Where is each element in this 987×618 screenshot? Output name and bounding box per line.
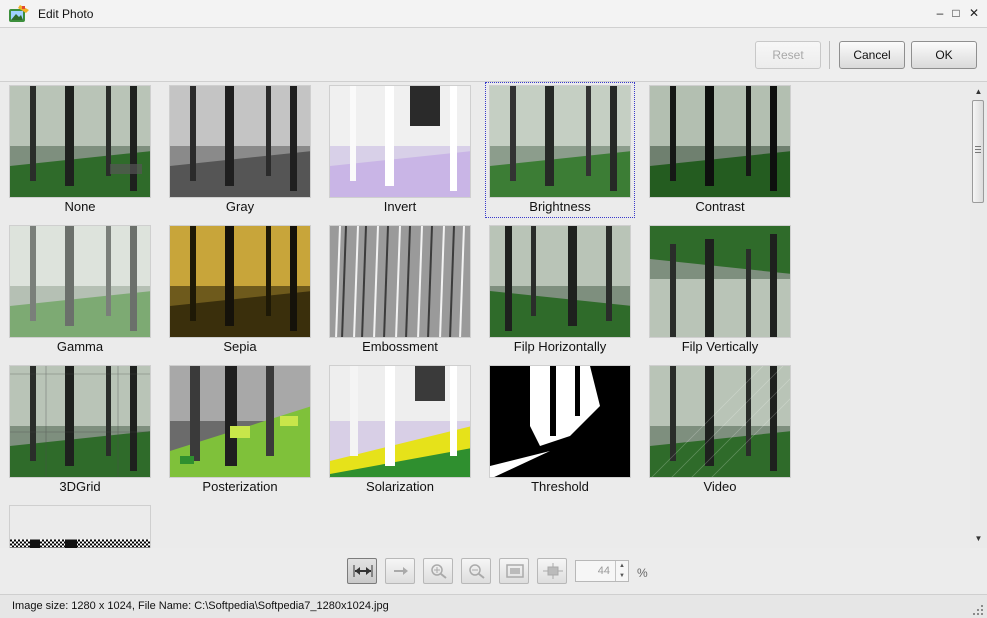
effect-label: Posterization xyxy=(202,479,278,494)
scrollbar-thumb[interactable] xyxy=(972,100,984,203)
zoom-out-icon xyxy=(469,564,485,579)
scroll-down-icon[interactable]: ▼ xyxy=(973,534,984,544)
effect-threshold[interactable]: Threshold xyxy=(486,363,634,497)
zoom-value: 44 xyxy=(597,565,610,577)
ok-button[interactable]: OK xyxy=(911,41,977,69)
effect-label: 3DGrid xyxy=(59,479,101,494)
cancel-button[interactable]: Cancel xyxy=(839,41,905,69)
thumbnail-threshold xyxy=(489,365,631,478)
effect-label: Filp Horizontally xyxy=(513,339,607,354)
thumbnail-solarization xyxy=(329,365,471,478)
next-button[interactable] xyxy=(385,558,415,584)
zoom-out-button[interactable] xyxy=(461,558,491,584)
effect-label: Invert xyxy=(383,199,417,214)
resize-grip-icon[interactable] xyxy=(972,604,984,616)
thumbnail-gamma xyxy=(9,225,151,338)
zoom-stepper[interactable]: 44 ▲ ▼ xyxy=(575,560,629,582)
thumbnail-3dgrid xyxy=(9,365,151,478)
zoom-toolbar: 44 ▲ ▼ % xyxy=(0,548,987,594)
maximize-button[interactable]: □ xyxy=(948,4,964,22)
thumbnail-invert xyxy=(329,85,471,198)
effect-none[interactable]: None xyxy=(6,83,154,217)
effect-sepia[interactable]: Sepia xyxy=(166,223,314,357)
effect-label: Gamma xyxy=(56,339,104,354)
effect-label: Sepia xyxy=(223,339,257,354)
fit-width-button[interactable] xyxy=(347,558,377,584)
zoom-unit: % xyxy=(637,566,648,580)
toolbar-separator xyxy=(829,41,830,69)
thumbnail-posterization xyxy=(169,365,311,478)
window-title: Edit Photo xyxy=(38,7,94,21)
effect-label: Contrast xyxy=(695,199,745,214)
thumbnail-sepia xyxy=(169,225,311,338)
actual-size-icon xyxy=(543,563,563,579)
effect-label: Brightness xyxy=(529,199,591,214)
effects-gallery: None Gray Invert Brightness Contrast Gam… xyxy=(0,82,970,548)
effect-invert[interactable]: Invert xyxy=(326,83,474,217)
effect-flip-vertically[interactable]: Filp Vertically xyxy=(646,223,794,357)
status-bar: Image size: 1280 x 1024, File Name: C:\S… xyxy=(0,594,987,618)
effect-label: Gray xyxy=(225,199,255,214)
effect-video[interactable]: Video xyxy=(646,363,794,497)
effect-brightness[interactable]: Brightness xyxy=(485,82,635,218)
gallery-scrollbar[interactable]: ▲ ▼ xyxy=(970,82,987,548)
fit-window-button[interactable] xyxy=(499,558,529,584)
spin-up-icon[interactable]: ▲ xyxy=(615,561,628,571)
effect-flip-horizontally[interactable]: Filp Horizontally xyxy=(486,223,634,357)
thumbnail-brightness xyxy=(489,85,631,198)
title-bar: Edit Photo – □ ✕ xyxy=(0,0,987,28)
effect-embossment[interactable]: Embossment xyxy=(326,223,474,357)
scroll-up-icon[interactable]: ▲ xyxy=(973,87,984,97)
effect-solarization[interactable]: Solarization xyxy=(326,363,474,497)
grip-line xyxy=(975,149,981,150)
status-text: Image size: 1280 x 1024, File Name: C:\S… xyxy=(12,600,389,612)
effect-posterization[interactable]: Posterization xyxy=(166,363,314,497)
fit-width-icon xyxy=(353,565,373,577)
effect-contrast[interactable]: Contrast xyxy=(646,83,794,217)
toolbar: Reset Cancel OK xyxy=(0,28,987,82)
effect-gamma[interactable]: Gamma xyxy=(6,223,154,357)
thumbnail-embossment xyxy=(329,225,471,338)
thumbnail-gray xyxy=(169,85,311,198)
grip-line xyxy=(975,152,981,153)
effect-label: Solarization xyxy=(366,479,434,494)
zoom-in-button[interactable] xyxy=(423,558,453,584)
effect-label: Filp Vertically xyxy=(681,339,759,354)
thumbnail-flip-vertically xyxy=(649,225,791,338)
actual-size-button[interactable] xyxy=(537,558,567,584)
effect-label: Threshold xyxy=(531,479,589,494)
effect-dither[interactable] xyxy=(6,503,154,548)
effect-label: None xyxy=(64,199,96,214)
reset-button[interactable]: Reset xyxy=(755,41,821,69)
effect-label: Video xyxy=(703,479,737,494)
thumbnail-none xyxy=(9,85,151,198)
minimize-button[interactable]: – xyxy=(932,4,948,22)
next-icon xyxy=(394,567,408,575)
effect-gray[interactable]: Gray xyxy=(166,83,314,217)
spin-down-icon[interactable]: ▼ xyxy=(615,571,628,581)
thumbnail-video xyxy=(649,365,791,478)
effect-label: Embossment xyxy=(362,339,438,354)
grip-line xyxy=(975,146,981,147)
effect-3dgrid[interactable]: 3DGrid xyxy=(6,363,154,497)
thumbnail-flip-horizontally xyxy=(489,225,631,338)
fit-window-icon xyxy=(506,564,524,578)
thumbnail-contrast xyxy=(649,85,791,198)
close-button[interactable]: ✕ xyxy=(966,4,982,22)
thumbnail-dither xyxy=(9,505,151,548)
app-icon xyxy=(9,5,29,22)
zoom-in-icon xyxy=(431,564,447,579)
